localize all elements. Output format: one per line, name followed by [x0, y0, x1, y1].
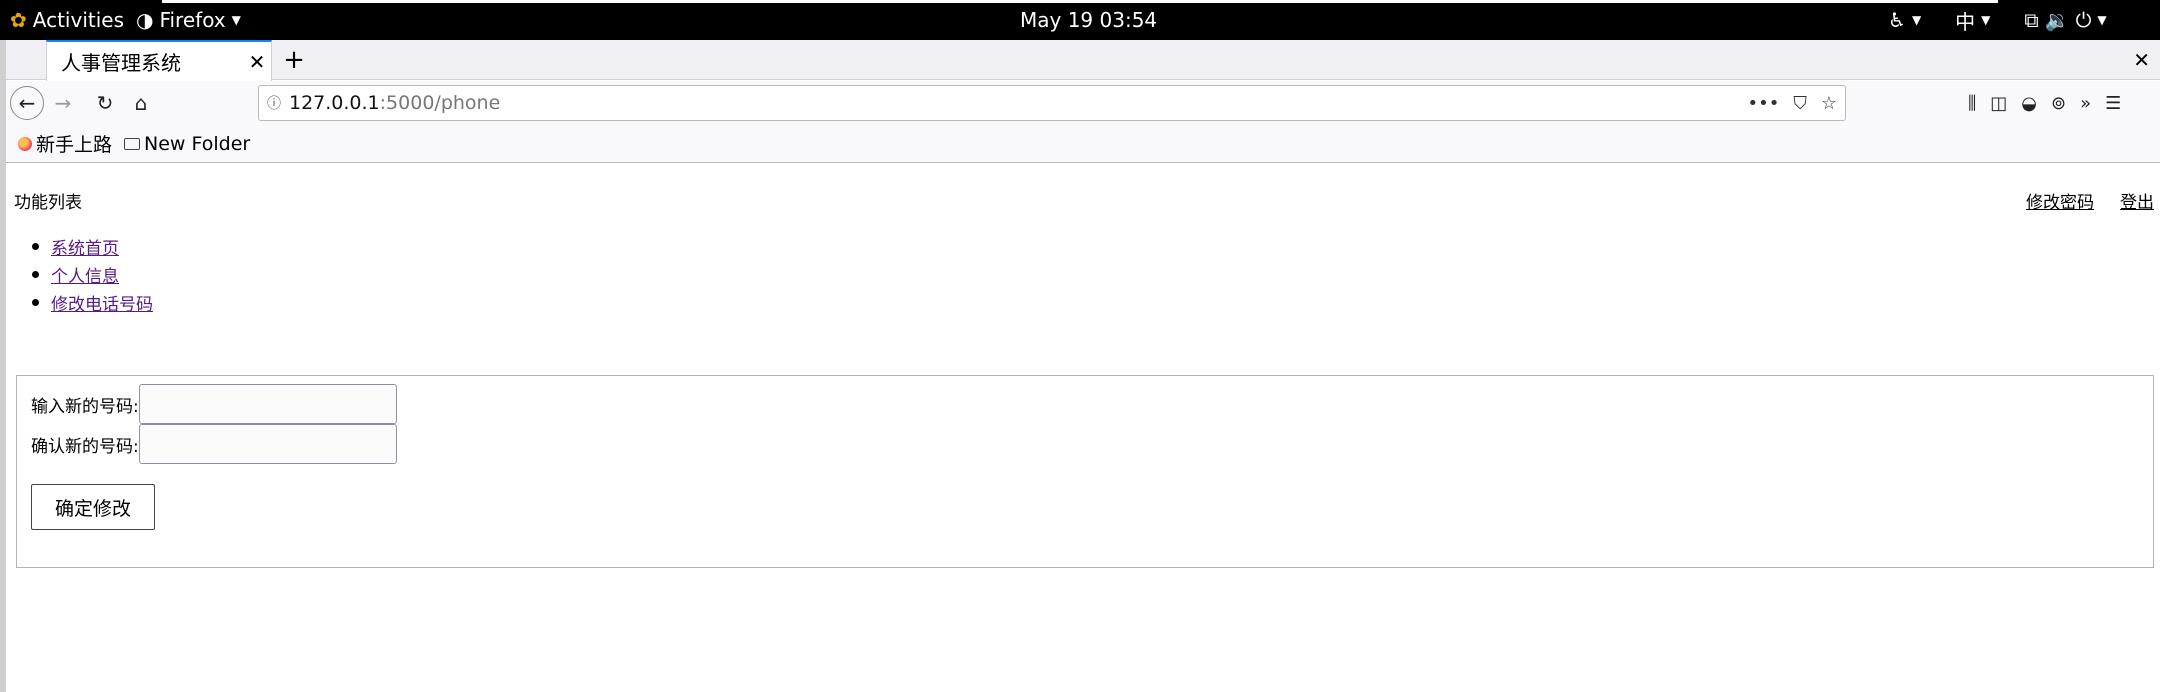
chevron-down-icon: ▼: [2097, 13, 2107, 27]
arrow-right-icon: →: [54, 91, 72, 115]
submit-button[interactable]: 确定修改: [31, 484, 155, 530]
activities-label: Activities: [32, 8, 125, 32]
new-phone-input[interactable]: [138, 384, 397, 424]
app-menu-label: Firefox: [159, 8, 226, 32]
input-method-menu[interactable]: 中 ▼: [1955, 6, 1990, 35]
tab-active[interactable]: 人事管理系统 ✕: [46, 40, 272, 81]
function-list-title: 功能列表: [14, 193, 82, 213]
overflow-chevron-icon[interactable]: »: [2080, 93, 2091, 114]
url-actions: ••• ⛉ ☆: [1748, 86, 1838, 120]
library-icon[interactable]: ⫼: [1968, 93, 1976, 114]
firefox-icon: [18, 136, 32, 151]
new-tab-button[interactable]: +: [282, 40, 306, 80]
menu-item-home: 系统首页: [32, 232, 153, 260]
page-content: 功能列表 修改密码 登出 系统首页 个人信息 修改电话号码 输入新的号码: 确认…: [6, 164, 2160, 692]
accessibility-menu[interactable]: ♿ ▼: [1888, 8, 1921, 32]
chevron-down-icon: ▼: [1981, 13, 1991, 27]
toolbar-right: ⫼ ◫ ◒ ⊚ » ☰: [1968, 81, 2121, 125]
bookmark-getting-started[interactable]: 新手上路: [18, 130, 112, 157]
reload-icon: ↻: [96, 91, 114, 115]
pocket-icon[interactable]: ⛉: [1793, 93, 1807, 114]
confirm-phone-row: 确认新的号码:: [31, 424, 397, 464]
extension-icon[interactable]: ⊚: [2051, 93, 2066, 114]
bookmark-new-folder[interactable]: New Folder: [124, 133, 250, 155]
home-icon: ⌂: [134, 91, 148, 115]
confirm-phone-label: 确认新的号码:: [31, 436, 139, 457]
chevron-down-icon: ▼: [1911, 13, 1922, 27]
accessibility-icon: ♿: [1888, 8, 1906, 32]
power-icon: ⏻: [2075, 8, 2092, 32]
back-button[interactable]: ←: [10, 86, 44, 120]
info-icon[interactable]: ⓘ: [259, 93, 289, 113]
close-tab-icon[interactable]: ✕: [243, 50, 271, 74]
network-icon: ⧉: [2024, 8, 2039, 32]
system-top-bar: ✿ Activities ◑ Firefox ▼ May 19 03:54 ♿ …: [0, 0, 2160, 40]
system-status-area[interactable]: ♿ ▼ 中 ▼ ⧉ 🔉 ⏻ ▼: [1888, 0, 2107, 40]
url-host: 127.0.0.1: [289, 92, 380, 114]
close-window-icon[interactable]: ✕: [2133, 40, 2150, 80]
reload-button[interactable]: ↻: [88, 86, 122, 120]
extension-globe-icon[interactable]: ◒: [2021, 93, 2037, 114]
url-path: :5000/phone: [379, 92, 501, 114]
url-bar[interactable]: ⓘ 127.0.0.1:5000/phone ••• ⛉ ☆: [258, 85, 1846, 121]
menu-item-personal-info: 个人信息: [32, 260, 153, 288]
function-menu: 系统首页 个人信息 修改电话号码: [32, 232, 153, 316]
navigation-toolbar: ← → ↻ ⌂ ⓘ 127.0.0.1:5000/phone ••• ⛉ ☆ ⫼…: [6, 81, 2160, 125]
confirm-phone-input[interactable]: [138, 424, 397, 464]
menu-link-change-phone[interactable]: 修改电话号码: [51, 290, 153, 315]
input-method-label: 中: [1955, 9, 1976, 34]
menu-link-personal-info[interactable]: 个人信息: [51, 262, 119, 287]
folder-icon: [124, 137, 141, 150]
chevron-down-icon: ▼: [231, 13, 241, 27]
gnome-logo-icon: ✿: [10, 8, 27, 32]
tab-strip: 人事管理系统 ✕ + ✕: [6, 40, 2160, 81]
menu-item-change-phone: 修改电话号码: [32, 288, 153, 316]
user-links: 修改密码 登出: [2000, 188, 2154, 213]
logout-link[interactable]: 登出: [2094, 188, 2154, 213]
new-phone-row: 输入新的号码:: [31, 384, 397, 424]
change-password-link[interactable]: 修改密码: [2000, 188, 2094, 213]
bookmark-star-icon[interactable]: ☆: [1821, 93, 1837, 114]
menu-link-home[interactable]: 系统首页: [51, 234, 119, 259]
change-phone-form: 输入新的号码: 确认新的号码: 确定修改: [16, 375, 2154, 568]
app-menu-firefox[interactable]: ◑ Firefox ▼: [136, 0, 241, 40]
hamburger-menu-icon[interactable]: ☰: [2105, 93, 2121, 114]
bookmark-label: New Folder: [144, 132, 251, 155]
new-phone-label: 输入新的号码:: [31, 396, 139, 417]
system-menu[interactable]: ⧉ 🔉 ⏻ ▼: [2024, 8, 2106, 32]
bookmark-label: 新手上路: [36, 134, 113, 156]
clock[interactable]: May 19 03:54: [1020, 0, 1157, 40]
sidebar-icon[interactable]: ◫: [1990, 93, 2007, 114]
tab-title: 人事管理系统: [61, 51, 181, 75]
forward-button[interactable]: →: [46, 86, 80, 120]
home-button[interactable]: ⌂: [124, 86, 158, 120]
activities-button[interactable]: ✿ Activities: [10, 0, 124, 40]
bookmarks-toolbar: 新手上路 New Folder: [6, 125, 2160, 163]
page-actions-icon[interactable]: •••: [1748, 93, 1780, 114]
volume-icon: 🔉: [2044, 8, 2070, 32]
browser-window: 人事管理系统 ✕ + ✕ ← → ↻ ⌂ ⓘ 127.0.0.1:5000/ph…: [0, 40, 2160, 692]
arrow-left-icon: ←: [18, 91, 36, 115]
firefox-app-icon: ◑: [136, 8, 154, 32]
